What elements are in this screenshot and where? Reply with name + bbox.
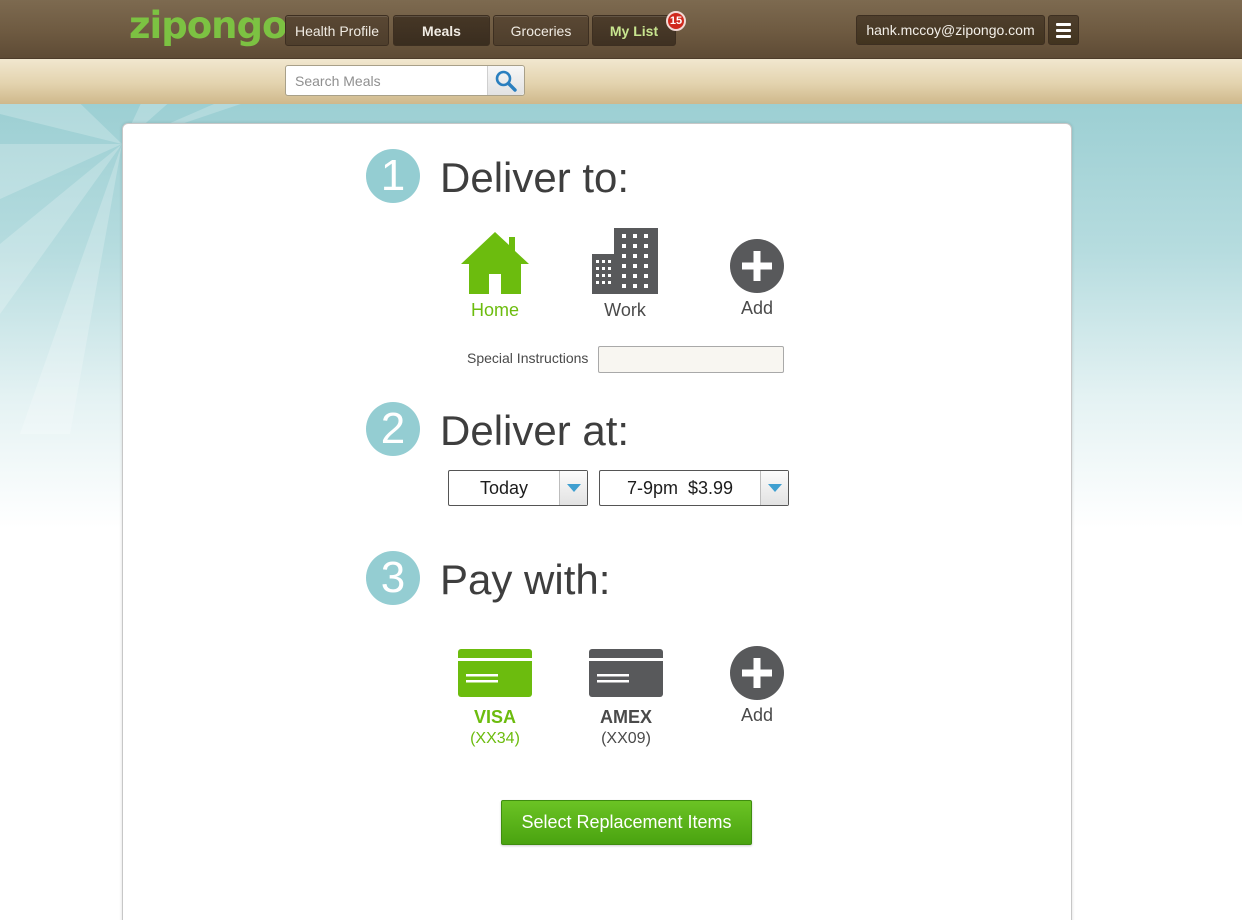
payment-option-detail: (XX09) [601,730,651,747]
deliver-at-heading: Deliver at: [440,407,630,454]
address-option-label: Work [604,300,646,320]
add-payment-button[interactable]: Add [707,645,807,726]
chevron-down-icon [566,484,581,492]
nav-tab-label: Meals [422,22,461,39]
search-icon [495,70,517,92]
delivery-day-value: Today [479,477,529,498]
nav-tab-health-profile[interactable]: Health Profile [285,15,389,46]
dropdown-arrow[interactable] [559,471,587,505]
delivery-window-value: 7-9pm $3.99 [626,477,734,498]
payment-option-amex[interactable]: AMEX (XX09) [576,649,676,748]
checkout-card: 1 Deliver to: Home Work Add Special Inst… [122,123,1072,920]
search-bar [0,59,1242,104]
credit-card-icon [589,649,663,697]
nav-tab-label: Groceries [510,22,572,39]
payment-option-label: Add [740,705,774,725]
delivery-window-select[interactable]: 7-9pm $3.99 [599,470,789,506]
address-option-work[interactable]: Work [575,228,675,321]
step-number-2: 2 [366,402,420,456]
chevron-down-icon [767,484,782,492]
payment-option-label: AMEX [599,707,652,727]
address-option-label: Add [740,298,774,318]
payment-option-visa[interactable]: VISA (XX34) [445,649,545,748]
add-address-button[interactable]: Add [707,238,807,319]
special-instructions-label: Special Instructions [467,350,589,366]
menu-icon [1056,22,1071,26]
add-icon [730,646,784,700]
pay-with-heading: Pay with: [440,556,611,603]
nav-tab-groceries[interactable]: Groceries [493,15,589,46]
nav-tab-label: Health Profile [294,22,380,39]
zipongo-logo[interactable]: zipongo [129,4,287,47]
address-option-home[interactable]: Home [445,230,545,321]
step-number-1: 1 [366,149,420,203]
nav-tab-my-list[interactable]: My List [592,15,676,46]
select-replacement-items-button[interactable]: Select Replacement Items [501,800,752,845]
user-email: hank.mccoy@zipongo.com [866,22,1035,38]
search-button[interactable] [487,66,524,95]
menu-icon-line [1056,28,1071,32]
deliver-to-heading: Deliver to: [440,154,630,201]
building-icon [592,228,658,294]
menu-icon-line [1056,34,1071,38]
step-number-3: 3 [366,551,420,605]
user-account-button[interactable]: hank.mccoy@zipongo.com [856,15,1045,45]
address-option-label: Home [470,300,519,320]
home-icon [461,232,529,294]
add-icon [730,239,784,293]
nav-tab-label: My List [609,22,659,39]
my-list-count-badge: 15 [666,11,686,31]
nav-tab-meals[interactable]: Meals [393,15,490,46]
credit-card-icon [458,649,532,697]
top-nav-bar: zipongo Health Profile Meals Groceries M… [0,0,1242,59]
delivery-day-select[interactable]: Today [448,470,588,506]
payment-option-detail: (XX34) [470,730,520,747]
payment-option-label: VISA [473,707,516,727]
special-instructions-input[interactable] [598,346,784,373]
dropdown-arrow[interactable] [760,471,788,505]
menu-button[interactable] [1048,15,1079,45]
